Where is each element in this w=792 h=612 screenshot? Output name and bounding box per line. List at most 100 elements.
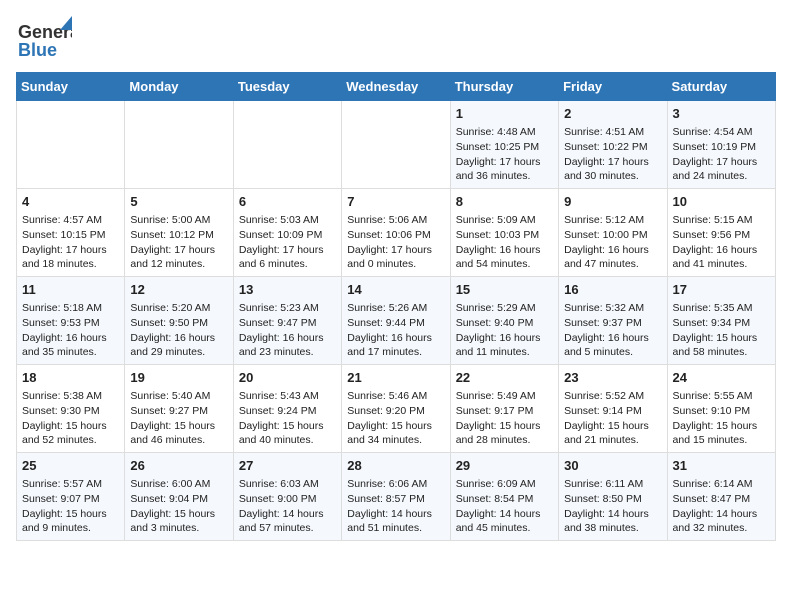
- calendar-cell: 10Sunrise: 5:15 AM Sunset: 9:56 PM Dayli…: [667, 189, 775, 277]
- day-info: Sunrise: 5:38 AM Sunset: 9:30 PM Dayligh…: [22, 389, 119, 448]
- day-info: Sunrise: 5:35 AM Sunset: 9:34 PM Dayligh…: [673, 301, 770, 360]
- calendar-cell: 11Sunrise: 5:18 AM Sunset: 9:53 PM Dayli…: [17, 277, 125, 365]
- calendar-cell: 23 Sunrise: 5:52 AM Sunset: 9:14 PM Dayli…: [559, 365, 667, 453]
- day-number: 25: [22, 457, 119, 475]
- calendar-row-0: 1 Sunrise: 4:48 AM Sunset: 10:25 PM Dayli…: [17, 101, 776, 189]
- day-info: Sunrise: 6:00 AM Sunset: 9:04 PM Dayligh…: [130, 477, 227, 536]
- calendar-cell: 18 Sunrise: 5:38 AM Sunset: 9:30 PM Dayli…: [17, 365, 125, 453]
- day-info: Sunrise: 6:03 AM Sunset: 9:00 PM Dayligh…: [239, 477, 336, 536]
- day-info: Sunrise: 5:57 AM Sunset: 9:07 PM Dayligh…: [22, 477, 119, 536]
- day-number: 15: [456, 281, 553, 299]
- day-info: Sunrise: 5:49 AM Sunset: 9:17 PM Dayligh…: [456, 389, 553, 448]
- day-info: Sunrise: 4:57 AM Sunset: 10:15 PM Daylig…: [22, 213, 119, 272]
- day-info: Sunrise: 6:09 AM Sunset: 8:54 PM Dayligh…: [456, 477, 553, 536]
- calendar-cell: 26 Sunrise: 6:00 AM Sunset: 9:04 PM Dayli…: [125, 453, 233, 541]
- day-number: 17: [673, 281, 770, 299]
- weekday-friday: Friday: [559, 73, 667, 101]
- calendar-row-1: 4 Sunrise: 4:57 AM Sunset: 10:15 PM Dayli…: [17, 189, 776, 277]
- calendar-cell: 12 Sunrise: 5:20 AM Sunset: 9:50 PM Dayli…: [125, 277, 233, 365]
- day-number: 13: [239, 281, 336, 299]
- day-number: 23: [564, 369, 661, 387]
- day-number: 6: [239, 193, 336, 211]
- calendar-cell: 17 Sunrise: 5:35 AM Sunset: 9:34 PM Dayli…: [667, 277, 775, 365]
- calendar-cell: 31 Sunrise: 6:14 AM Sunset: 8:47 PM Dayli…: [667, 453, 775, 541]
- calendar-cell: 16 Sunrise: 5:32 AM Sunset: 9:37 PM Dayli…: [559, 277, 667, 365]
- day-info: Sunrise: 4:51 AM Sunset: 10:22 PM Daylig…: [564, 125, 661, 184]
- calendar-cell: 8Sunrise: 5:09 AM Sunset: 10:03 PM Dayli…: [450, 189, 558, 277]
- calendar-cell: 7 Sunrise: 5:06 AM Sunset: 10:06 PM Dayli…: [342, 189, 450, 277]
- calendar-cell: 3Sunrise: 4:54 AM Sunset: 10:19 PM Dayli…: [667, 101, 775, 189]
- day-info: Sunrise: 5:29 AM Sunset: 9:40 PM Dayligh…: [456, 301, 553, 360]
- calendar-cell: [342, 101, 450, 189]
- calendar-cell: 1 Sunrise: 4:48 AM Sunset: 10:25 PM Dayli…: [450, 101, 558, 189]
- weekday-header-row: SundayMondayTuesdayWednesdayThursdayFrid…: [17, 73, 776, 101]
- calendar-cell: 27 Sunrise: 6:03 AM Sunset: 9:00 PM Dayli…: [233, 453, 341, 541]
- day-number: 20: [239, 369, 336, 387]
- day-number: 1: [456, 105, 553, 123]
- calendar-cell: [17, 101, 125, 189]
- weekday-monday: Monday: [125, 73, 233, 101]
- day-info: Sunrise: 4:48 AM Sunset: 10:25 PM Daylig…: [456, 125, 553, 184]
- day-info: Sunrise: 6:11 AM Sunset: 8:50 PM Dayligh…: [564, 477, 661, 536]
- calendar-cell: [125, 101, 233, 189]
- day-number: 16: [564, 281, 661, 299]
- day-info: Sunrise: 5:40 AM Sunset: 9:27 PM Dayligh…: [130, 389, 227, 448]
- day-number: 12: [130, 281, 227, 299]
- calendar-cell: 4 Sunrise: 4:57 AM Sunset: 10:15 PM Dayli…: [17, 189, 125, 277]
- logo-icon: General Blue: [16, 16, 72, 64]
- day-info: Sunrise: 5:55 AM Sunset: 9:10 PM Dayligh…: [673, 389, 770, 448]
- calendar-cell: 22 Sunrise: 5:49 AM Sunset: 9:17 PM Dayli…: [450, 365, 558, 453]
- day-info: Sunrise: 5:46 AM Sunset: 9:20 PM Dayligh…: [347, 389, 444, 448]
- calendar-cell: 6 Sunrise: 5:03 AM Sunset: 10:09 PM Dayli…: [233, 189, 341, 277]
- day-info: Sunrise: 5:20 AM Sunset: 9:50 PM Dayligh…: [130, 301, 227, 360]
- weekday-sunday: Sunday: [17, 73, 125, 101]
- calendar-cell: 20 Sunrise: 5:43 AM Sunset: 9:24 PM Dayli…: [233, 365, 341, 453]
- calendar-cell: 29Sunrise: 6:09 AM Sunset: 8:54 PM Dayli…: [450, 453, 558, 541]
- day-info: Sunrise: 5:52 AM Sunset: 9:14 PM Dayligh…: [564, 389, 661, 448]
- svg-text:Blue: Blue: [18, 40, 57, 60]
- day-number: 30: [564, 457, 661, 475]
- calendar-cell: 28Sunrise: 6:06 AM Sunset: 8:57 PM Dayli…: [342, 453, 450, 541]
- day-info: Sunrise: 6:14 AM Sunset: 8:47 PM Dayligh…: [673, 477, 770, 536]
- calendar-cell: 30 Sunrise: 6:11 AM Sunset: 8:50 PM Dayli…: [559, 453, 667, 541]
- weekday-thursday: Thursday: [450, 73, 558, 101]
- weekday-saturday: Saturday: [667, 73, 775, 101]
- calendar-row-4: 25 Sunrise: 5:57 AM Sunset: 9:07 PM Dayli…: [17, 453, 776, 541]
- day-info: Sunrise: 5:09 AM Sunset: 10:03 PM Daylig…: [456, 213, 553, 272]
- day-number: 18: [22, 369, 119, 387]
- day-number: 5: [130, 193, 227, 211]
- calendar-row-3: 18 Sunrise: 5:38 AM Sunset: 9:30 PM Dayli…: [17, 365, 776, 453]
- svg-text:General: General: [18, 22, 72, 42]
- calendar-cell: 14 Sunrise: 5:26 AM Sunset: 9:44 PM Dayli…: [342, 277, 450, 365]
- day-info: Sunrise: 5:18 AM Sunset: 9:53 PM Dayligh…: [22, 301, 119, 360]
- day-info: Sunrise: 5:26 AM Sunset: 9:44 PM Dayligh…: [347, 301, 444, 360]
- day-number: 14: [347, 281, 444, 299]
- day-number: 24: [673, 369, 770, 387]
- day-number: 7: [347, 193, 444, 211]
- day-info: Sunrise: 5:15 AM Sunset: 9:56 PM Dayligh…: [673, 213, 770, 272]
- day-number: 21: [347, 369, 444, 387]
- calendar-cell: 5 Sunrise: 5:00 AM Sunset: 10:12 PM Dayli…: [125, 189, 233, 277]
- day-number: 27: [239, 457, 336, 475]
- day-number: 22: [456, 369, 553, 387]
- day-number: 31: [673, 457, 770, 475]
- calendar-cell: 24 Sunrise: 5:55 AM Sunset: 9:10 PM Dayli…: [667, 365, 775, 453]
- calendar-table: SundayMondayTuesdayWednesdayThursdayFrid…: [16, 72, 776, 541]
- calendar-body: 1 Sunrise: 4:48 AM Sunset: 10:25 PM Dayli…: [17, 101, 776, 541]
- day-number: 9: [564, 193, 661, 211]
- weekday-wednesday: Wednesday: [342, 73, 450, 101]
- calendar-cell: 2 Sunrise: 4:51 AM Sunset: 10:22 PM Dayli…: [559, 101, 667, 189]
- day-info: Sunrise: 5:00 AM Sunset: 10:12 PM Daylig…: [130, 213, 227, 272]
- day-info: Sunrise: 5:43 AM Sunset: 9:24 PM Dayligh…: [239, 389, 336, 448]
- day-info: Sunrise: 5:03 AM Sunset: 10:09 PM Daylig…: [239, 213, 336, 272]
- day-number: 2: [564, 105, 661, 123]
- calendar-cell: 9Sunrise: 5:12 AM Sunset: 10:00 PM Dayli…: [559, 189, 667, 277]
- day-number: 3: [673, 105, 770, 123]
- calendar-cell: 21 Sunrise: 5:46 AM Sunset: 9:20 PM Dayli…: [342, 365, 450, 453]
- day-number: 4: [22, 193, 119, 211]
- day-info: Sunrise: 5:06 AM Sunset: 10:06 PM Daylig…: [347, 213, 444, 272]
- weekday-tuesday: Tuesday: [233, 73, 341, 101]
- day-number: 26: [130, 457, 227, 475]
- day-info: Sunrise: 5:32 AM Sunset: 9:37 PM Dayligh…: [564, 301, 661, 360]
- day-info: Sunrise: 5:23 AM Sunset: 9:47 PM Dayligh…: [239, 301, 336, 360]
